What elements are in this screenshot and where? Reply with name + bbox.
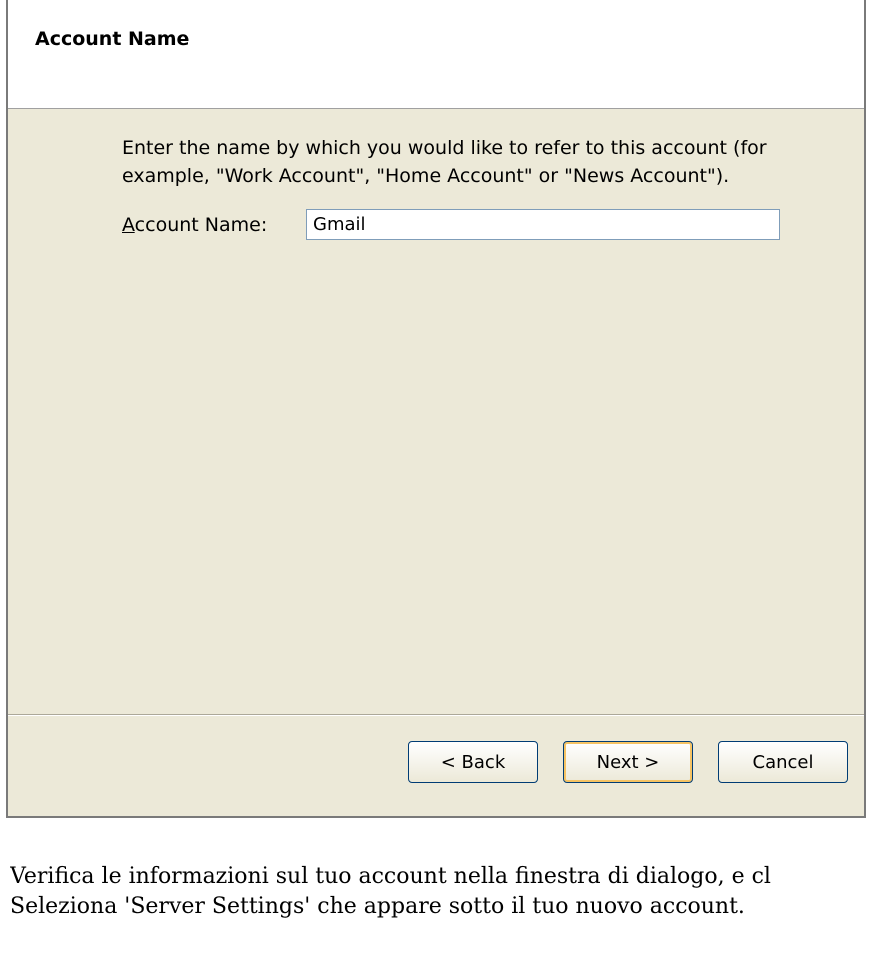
account-name-label: Account Name: (122, 214, 267, 236)
caption-line-1: Verifica le informazioni sul tuo account… (10, 864, 771, 889)
tutorial-caption: Verifica le informazioni sul tuo account… (10, 862, 880, 922)
instructions-text: Enter the name by which you would like t… (122, 137, 767, 187)
wizard-header: Account Name (8, 0, 864, 109)
button-separator (8, 714, 864, 716)
caption-line-2: Seleziona 'Server Settings' che appare s… (10, 894, 745, 919)
next-button[interactable]: Next > (563, 741, 693, 783)
cancel-button[interactable]: Cancel (718, 741, 848, 783)
back-button[interactable]: < Back (408, 741, 538, 783)
page-title: Account Name (35, 28, 190, 50)
account-name-label-text: ccount Name: (134, 214, 268, 236)
account-name-input[interactable] (306, 209, 780, 240)
account-wizard-dialog: Account Name Enter the name by which you… (6, 0, 866, 818)
accelerator-key: A (122, 214, 135, 236)
